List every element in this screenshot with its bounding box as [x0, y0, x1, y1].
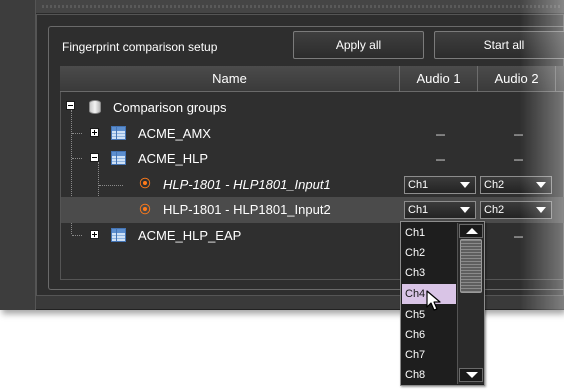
arrow-down-icon — [466, 372, 478, 378]
collapse-icon[interactable] — [66, 101, 75, 110]
tree-label: HLP-1801 - HLP1801_Input2 — [163, 202, 331, 217]
tree-row-input2[interactable]: ⦿ HLP-1801 - HLP1801_Input2 Ch1 Ch2 — [61, 197, 564, 223]
tree-label: ACME_AMX — [138, 126, 211, 141]
tree-row-input1[interactable]: ⦿ HLP-1801 - HLP1801_Input1 Ch1 Ch2 — [61, 172, 564, 198]
scroll-up-button[interactable] — [459, 224, 483, 238]
dropdown-option[interactable]: Ch1 — [402, 223, 456, 243]
chevron-down-icon — [536, 207, 546, 213]
tree-label: ACME_HLP — [138, 151, 209, 166]
apply-all-button[interactable]: Apply all — [293, 31, 424, 59]
tree-row-acme-amx[interactable]: ACME_AMX --- --- — [61, 121, 564, 147]
tree-label: Comparison groups — [113, 100, 227, 115]
database-icon — [89, 100, 101, 114]
dropdown-option[interactable]: Ch6 — [402, 325, 456, 345]
table-icon — [111, 228, 126, 242]
audio1-select[interactable]: Ch1 — [404, 176, 476, 194]
table-icon — [111, 151, 126, 165]
audio1-value: --- — [435, 152, 446, 166]
column-header-audio2[interactable]: Audio 2 — [478, 66, 556, 92]
collapse-icon[interactable] — [90, 153, 99, 162]
table-header: Name Audio 1 Audio 2 — [60, 66, 564, 92]
tree-label: HLP-1801 - HLP1801_Input1 — [163, 177, 331, 192]
scroll-down-button[interactable] — [459, 368, 483, 382]
dropdown-option[interactable]: Ch8 — [402, 365, 456, 385]
feed-icon: ⦿ — [139, 204, 151, 216]
pointer-cursor-icon — [426, 290, 441, 311]
tree-row-acme-hlp[interactable]: ACME_HLP --- --- — [61, 146, 564, 172]
table-icon — [111, 126, 126, 140]
start-all-button[interactable]: Start all — [434, 31, 564, 59]
audio1-selected-value: Ch1 — [408, 204, 429, 216]
fingerprint-setup-label: Fingerprint comparison setup — [62, 40, 218, 54]
audio2-value: --- — [513, 229, 524, 243]
audio1-value: --- — [435, 127, 446, 141]
tree-label: ACME_HLP_EAP — [138, 228, 242, 243]
feed-icon: ⦿ — [139, 178, 151, 190]
column-header-audio1[interactable]: Audio 1 — [400, 66, 478, 92]
scroll-thumb[interactable] — [460, 239, 482, 293]
tree-row-comparison-groups[interactable]: Comparison groups — [61, 95, 564, 121]
audio2-selected-value: Ch2 — [484, 204, 505, 216]
tree-row-acme-hlp-eap[interactable]: ACME_HLP_EAP --- — [61, 223, 564, 249]
dropdown-scrollbar[interactable] — [457, 223, 484, 384]
chevron-down-icon — [460, 182, 470, 188]
audio1-select[interactable]: Ch1 — [404, 201, 476, 219]
left-bar — [0, 0, 36, 310]
chevron-down-icon — [460, 207, 470, 213]
expand-icon[interactable] — [90, 230, 99, 239]
audio2-selected-value: Ch2 — [484, 179, 505, 191]
dropdown-option[interactable]: Ch3 — [402, 263, 456, 283]
audio2-value: --- — [513, 152, 524, 166]
audio2-select[interactable]: Ch2 — [480, 201, 552, 219]
audio2-select[interactable]: Ch2 — [480, 176, 552, 194]
expand-icon[interactable] — [90, 128, 99, 137]
column-header-name[interactable]: Name — [60, 66, 400, 92]
audio1-selected-value: Ch1 — [408, 179, 429, 191]
top-strip — [36, 0, 564, 14]
dropdown-option[interactable]: Ch7 — [402, 345, 456, 365]
chevron-down-icon — [536, 182, 546, 188]
arrow-up-icon — [466, 228, 478, 234]
dropdown-option[interactable]: Ch2 — [402, 243, 456, 263]
audio1-dropdown-list[interactable]: Ch1 Ch2 Ch3 Ch4 Ch5 Ch6 Ch7 Ch8 — [400, 221, 485, 386]
audio2-value: --- — [513, 127, 524, 141]
